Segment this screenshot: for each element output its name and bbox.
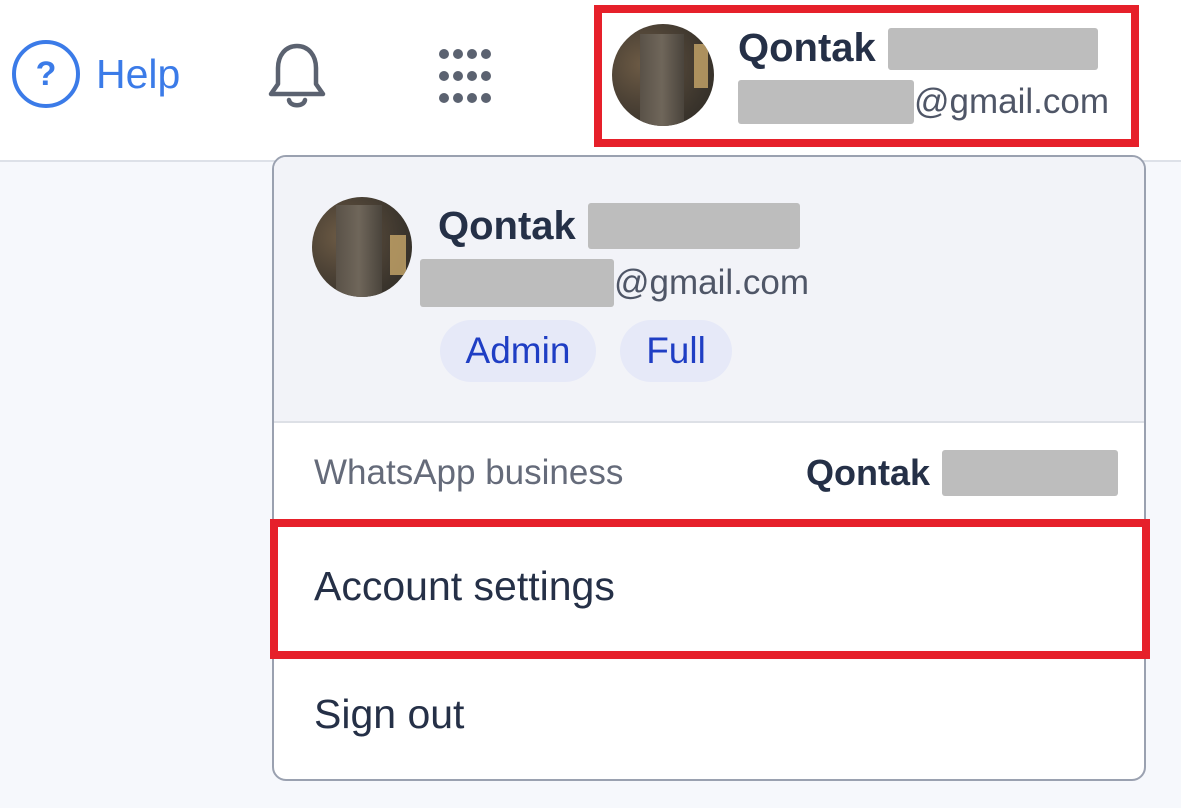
dropdown-name: Qontak (438, 203, 576, 248)
whatsapp-business-row: WhatsApp business Qontak (274, 425, 1144, 521)
whatsapp-account-name: Qontak (805, 452, 930, 493)
sign-out-menu-item[interactable]: Sign out (274, 653, 1144, 775)
redacted-surname (887, 27, 1098, 70)
bell-icon[interactable] (266, 40, 328, 112)
profile-dropdown-menu: Qontak @gmail.com Admin Full WhatsApp bu… (272, 155, 1146, 781)
redacted-surname (587, 203, 800, 249)
access-badge-full: Full (620, 320, 732, 382)
account-settings-menu-item[interactable]: Account settings (274, 525, 1144, 647)
grid-dots-icon[interactable] (436, 48, 494, 104)
redacted-account-name (942, 450, 1118, 496)
dropdown-email-suffix: @gmail.com (614, 263, 810, 302)
whatsapp-business-label: WhatsApp business (314, 453, 624, 492)
help-label: Help (96, 50, 181, 97)
redacted-email-user (738, 80, 914, 124)
dropdown-profile-header: Qontak @gmail.com Admin Full (274, 157, 1144, 423)
help-button[interactable]: ? Help (12, 40, 180, 108)
avatar (312, 197, 412, 297)
question-circle-icon: ? (12, 40, 80, 108)
top-navigation-bar: ? Help Qontak @gmail.com (0, 0, 1181, 162)
redacted-email-user (420, 259, 614, 307)
avatar (612, 24, 714, 126)
profile-menu-trigger[interactable]: Qontak @gmail.com (600, 10, 1134, 140)
profile-name: Qontak (738, 26, 876, 70)
profile-email-suffix: @gmail.com (914, 82, 1110, 121)
role-badge-admin: Admin (440, 320, 596, 382)
